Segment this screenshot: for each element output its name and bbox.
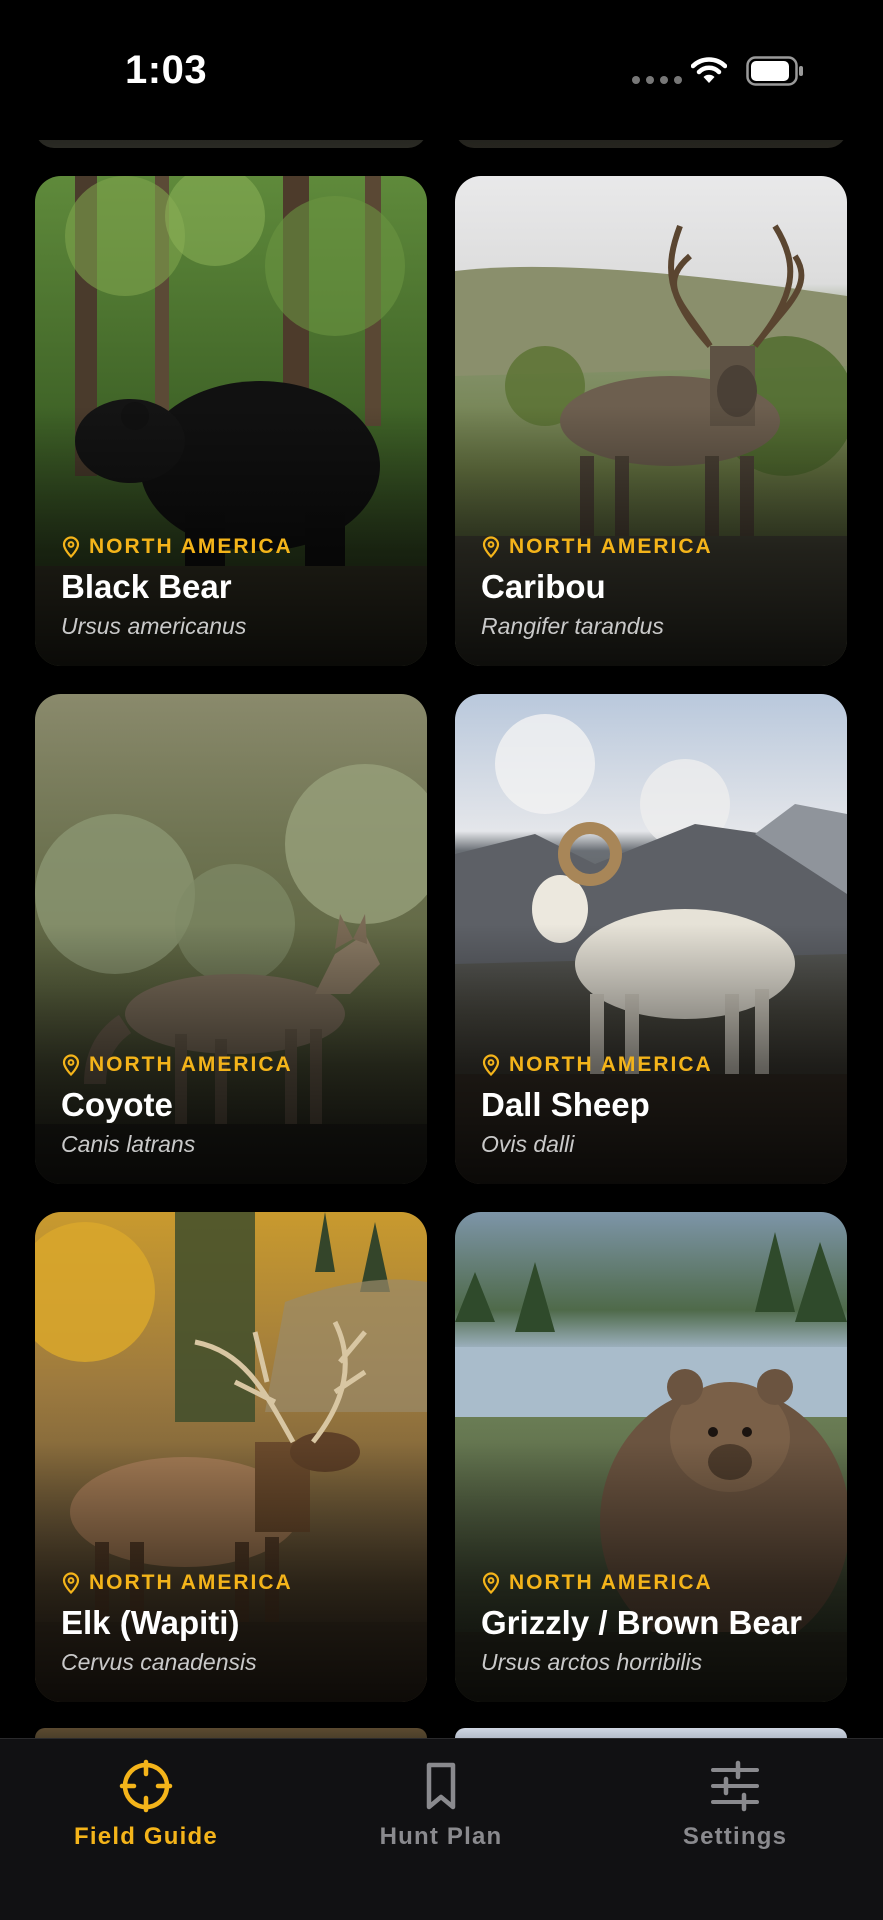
scientific-name: Ursus americanus <box>61 613 247 639</box>
species-name: Coyote <box>61 1085 173 1123</box>
region-text: NORTH AMERICA <box>89 1052 293 1076</box>
region-label: NORTH AMERICA <box>481 535 831 559</box>
status-time: 1:03 <box>125 48 208 92</box>
location-pin-icon <box>482 536 500 558</box>
wifi-icon <box>691 57 727 83</box>
species-name: Black Bear <box>61 567 232 605</box>
card-info: NORTH AMERICA Black Bear Ursus americanu… <box>61 535 411 640</box>
tab-label: Settings <box>682 1823 788 1850</box>
region-text: NORTH AMERICA <box>509 1052 713 1076</box>
location-pin-icon <box>482 1054 500 1076</box>
bookmark-icon <box>426 1762 456 1810</box>
tab-label: Hunt Plan <box>379 1823 503 1850</box>
card-info: NORTH AMERICA Coyote Canis latrans <box>61 1053 411 1158</box>
card-info: NORTH AMERICA Elk (Wapiti) Cervus canade… <box>61 1571 411 1676</box>
region-label: NORTH AMERICA <box>61 1053 411 1077</box>
species-grid[interactable]: NORTH AMERICA Black Bear Ursus americanu… <box>0 0 883 1738</box>
region-text: NORTH AMERICA <box>89 534 293 558</box>
tab-bar: Field Guide Hunt Plan Settings <box>0 1738 883 1920</box>
status-bar: 1:03 <box>0 0 883 140</box>
species-name: Dall Sheep <box>481 1085 650 1123</box>
battery-icon <box>746 56 803 86</box>
species-card-grizzly-bear[interactable]: NORTH AMERICA Grizzly / Brown Bear Ursus… <box>455 1212 847 1702</box>
region-text: NORTH AMERICA <box>509 1570 713 1594</box>
card-info: NORTH AMERICA Grizzly / Brown Bear Ursus… <box>481 1571 831 1676</box>
species-card-elk[interactable]: NORTH AMERICA Elk (Wapiti) Cervus canade… <box>35 1212 427 1702</box>
tab-label: Field Guide <box>74 1823 218 1850</box>
species-card-black-bear[interactable]: NORTH AMERICA Black Bear Ursus americanu… <box>35 176 427 666</box>
scientific-name: Canis latrans <box>61 1131 196 1157</box>
species-card-dall-sheep[interactable]: NORTH AMERICA Dall Sheep Ovis dalli <box>455 694 847 1184</box>
scientific-name: Cervus canadensis <box>61 1649 257 1675</box>
tab-settings[interactable]: Settings <box>635 1759 835 1851</box>
region-label: NORTH AMERICA <box>61 535 411 559</box>
species-name: Caribou <box>481 567 606 605</box>
scientific-name: Ovis dalli <box>481 1131 575 1157</box>
region-label: NORTH AMERICA <box>481 1053 831 1077</box>
species-card-caribou[interactable]: NORTH AMERICA Caribou Rangifer tarandus <box>455 176 847 666</box>
scientific-name: Rangifer tarandus <box>481 613 664 639</box>
location-pin-icon <box>482 1572 500 1594</box>
scientific-name: Ursus arctos horribilis <box>481 1649 703 1675</box>
species-card-coyote[interactable]: NORTH AMERICA Coyote Canis latrans <box>35 694 427 1184</box>
tab-hunt-plan[interactable]: Hunt Plan <box>341 1759 541 1851</box>
location-pin-icon <box>62 1054 80 1076</box>
card-peek-bottom-right[interactable] <box>455 1728 847 1738</box>
location-pin-icon <box>62 536 80 558</box>
region-label: NORTH AMERICA <box>61 1571 411 1595</box>
crosshair-icon <box>119 1759 173 1813</box>
card-peek-bottom-left[interactable] <box>35 1728 427 1738</box>
tab-field-guide[interactable]: Field Guide <box>46 1759 246 1851</box>
location-pin-icon <box>62 1572 80 1594</box>
species-name: Grizzly / Brown Bear <box>481 1603 802 1641</box>
region-text: NORTH AMERICA <box>509 534 713 558</box>
card-info: NORTH AMERICA Dall Sheep Ovis dalli <box>481 1053 831 1158</box>
sliders-icon <box>711 1760 759 1812</box>
cellular-signal-icon <box>632 76 682 84</box>
species-name: Elk (Wapiti) <box>61 1603 240 1641</box>
card-info: NORTH AMERICA Caribou Rangifer tarandus <box>481 535 831 640</box>
region-label: NORTH AMERICA <box>481 1571 831 1595</box>
region-text: NORTH AMERICA <box>89 1570 293 1594</box>
